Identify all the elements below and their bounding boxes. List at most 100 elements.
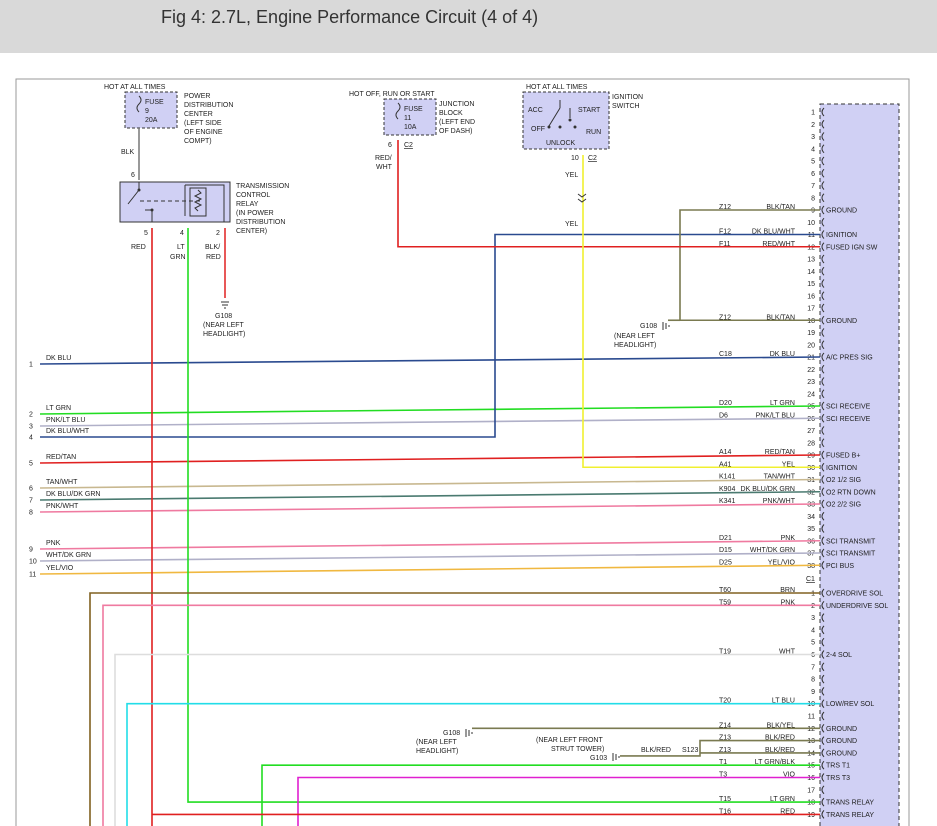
fuse9-desc-2: CENTER: [184, 111, 213, 118]
g108-mid-label: G108: [640, 323, 657, 330]
c2-circuit: T60: [719, 587, 731, 594]
c2-pin-16: 16: [807, 775, 815, 782]
c1-pin-19: 19: [807, 330, 815, 337]
c1-function: A/C PRES SIG: [826, 355, 873, 362]
fuse11-desc-1: BLOCK: [439, 110, 463, 117]
c2-wire-label: PNK: [781, 599, 796, 606]
wire-left-7: [39, 490, 821, 501]
relay-desc-2: RELAY: [236, 201, 259, 208]
c1-pin-14: 14: [807, 269, 815, 276]
wiring-diagram: 123456789 GROUND1011 IGNITION12 FUSED IGN S…: [15, 78, 910, 826]
c2-pin-8: 8: [811, 677, 815, 684]
c1-wire-label: YEL/VIO: [768, 559, 796, 566]
ign-desc-1: SWITCH: [612, 103, 640, 110]
g108-top-label: G108: [215, 313, 232, 320]
c1-function: SCI RECEIVE: [826, 404, 871, 411]
left-wire-label: DK BLU: [46, 355, 71, 362]
connector-break-icon: [577, 193, 587, 203]
relay-pin-4: 4: [180, 230, 184, 237]
ground-icon: [662, 322, 670, 330]
c2-circuit: Z14: [719, 722, 731, 729]
c2-function: TRANS RELAY: [826, 800, 874, 807]
c1-wire-label: RED/TAN: [765, 449, 795, 456]
g108-mid-desc-0: (NEAR LEFT: [614, 333, 656, 340]
left-wire-num-7: 7: [29, 498, 33, 505]
c1-pin-23: 23: [807, 379, 815, 386]
relay-wire-lt: LT: [177, 244, 185, 251]
relay-wire-grn: GRN: [170, 254, 186, 261]
wire-left-10: [39, 552, 821, 562]
wire-left-8: [39, 503, 821, 513]
c1-wire-label: DK BLU/WHT: [752, 229, 796, 236]
fuse11-hot-label: HOT OFF, RUN OR START: [349, 91, 435, 98]
c2-function: OVERDRIVE SOL: [826, 591, 883, 598]
fuse11-desc-3: OF DASH): [439, 128, 472, 135]
c1-circuit: D15: [719, 547, 732, 554]
ign-pos-start: START: [578, 107, 601, 114]
c1-pin-17: 17: [807, 306, 815, 313]
c1-pin-36: 36: [807, 538, 815, 545]
left-wire-label: RED/TAN: [46, 454, 76, 461]
c2-function: UNDERDRIVE SOL: [826, 603, 888, 610]
c1-circuit: F12: [719, 229, 731, 236]
fuse9-desc-1: DISTRIBUTION: [184, 102, 233, 109]
c2-pin-7: 7: [811, 664, 815, 671]
wire-left-11: [39, 564, 821, 575]
c1-wire-label: DK BLU/DK GRN: [741, 486, 795, 493]
c1-circuit: A41: [719, 461, 732, 468]
g108-low-desc-0: (NEAR LEFT: [416, 739, 458, 746]
c1-function: O2 RTN DOWN: [826, 489, 876, 496]
g103-desc-1: STRUT TOWER): [551, 746, 604, 753]
relay-wire-blk: BLK/: [205, 244, 220, 251]
c1-pin-22: 22: [807, 367, 815, 374]
left-wire-label: PNK/LT BLU: [46, 417, 85, 424]
c2-function: TRS T1: [826, 763, 850, 770]
ign-conn: C2: [588, 155, 597, 162]
fuse-9-component: HOT AT ALL TIMES FUSE 9 20A POWER DISTRI…: [104, 84, 233, 180]
c2-circuit: T20: [719, 698, 731, 705]
left-wire-label: YEL/VIO: [46, 565, 74, 572]
c1-wire-label: PNK/LT BLU: [756, 412, 795, 419]
c1-pin-10: 10: [807, 220, 815, 227]
c1-wire-label: YEL: [782, 461, 795, 468]
c1-function: SCI TRANSMIT: [826, 538, 876, 545]
c1-function: PCI BUS: [826, 563, 854, 570]
c1-pin-24: 24: [807, 391, 815, 398]
c2-wire-label: BRN: [780, 587, 795, 594]
c2-pin-3: 3: [811, 615, 815, 622]
left-wire-label: PNK: [46, 540, 61, 547]
left-wire-num-10: 10: [29, 559, 37, 566]
c2-pin-9: 9: [811, 689, 815, 696]
left-wire-num-5: 5: [29, 461, 33, 468]
c1-function: FUSED B+: [826, 453, 860, 460]
left-wire-num-2: 2: [29, 412, 33, 419]
c2-pin-15: 15: [807, 763, 815, 770]
c1-pin-11: 11: [808, 232, 815, 239]
fuse11-desc-2: (LEFT END: [439, 119, 475, 126]
c1-pin-35: 35: [807, 526, 815, 533]
c1-pin-16: 16: [807, 293, 815, 300]
c2-pin-5: 5: [811, 640, 815, 647]
ground-icon: [612, 753, 620, 761]
c2-function: LOW/REV SOL: [826, 701, 874, 708]
c1-wire-label: DK BLU: [770, 351, 795, 358]
c1-pin-29: 29: [807, 453, 815, 460]
c1-function: GROUND: [826, 208, 857, 215]
g108-low-ground: G108 (NEAR LEFT HEADLIGHT): [416, 729, 473, 755]
wire-left-1: [39, 356, 821, 365]
c2-wire-label: LT GRN/BLK: [755, 759, 796, 766]
c2-circuit: T1: [719, 759, 727, 766]
ground-icon: [221, 301, 229, 309]
c1-connector-label: C1: [806, 576, 815, 583]
c1-pin-20: 20: [807, 342, 815, 349]
c1-pin-12: 12: [807, 244, 815, 251]
c2-circuit: T3: [719, 772, 727, 779]
g108-mid-desc-1: HEADLIGHT): [614, 342, 656, 349]
wire-t1: [261, 764, 820, 826]
c1-pin-1: 1: [811, 110, 815, 117]
c1-pin-37: 37: [807, 551, 815, 558]
c1-function: O2 2/2 SIG: [826, 502, 861, 509]
ground-icon: [465, 729, 473, 737]
left-wire-label: DK BLU/WHT: [46, 428, 90, 435]
c1-pin-27: 27: [807, 428, 815, 435]
